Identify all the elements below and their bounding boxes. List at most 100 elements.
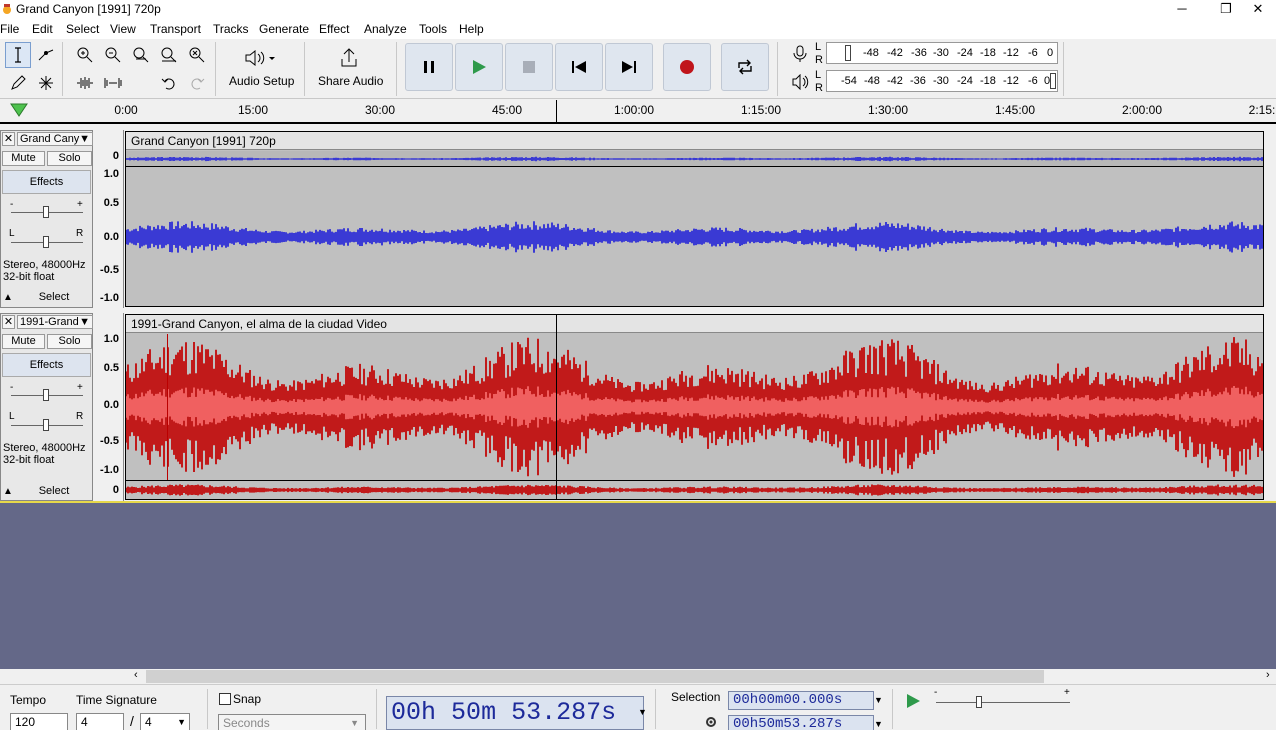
mute-button[interactable]: Mute — [2, 334, 45, 349]
menu-file[interactable]: File — [0, 22, 19, 36]
settings-gear-icon[interactable] — [704, 715, 718, 729]
time-format-dropdown-icon[interactable]: ▼ — [638, 707, 647, 717]
time-display[interactable]: 00h 50m 53.287s — [386, 696, 644, 730]
envelope-tool[interactable] — [33, 42, 59, 68]
selection-end-dropdown-icon[interactable]: ▼ — [874, 719, 883, 729]
vertical-ruler: 0 1.0 0.5 0.0 -0.5 -1.0 — [94, 130, 124, 308]
collapse-track-icon[interactable]: ▲ — [3, 486, 13, 497]
scroll-right-icon[interactable]: › — [1266, 669, 1270, 681]
audio-clip[interactable]: Grand Canyon [1991] 720p — [125, 131, 1264, 307]
close-track-icon[interactable]: ✕ — [2, 132, 15, 146]
menu-generate[interactable]: Generate — [259, 22, 309, 36]
audio-clip[interactable]: 1991-Grand Canyon, el alma de la ciudad … — [125, 314, 1264, 500]
pause-button[interactable] — [405, 43, 453, 91]
gain-slider[interactable] — [43, 206, 49, 218]
scroll-thumb[interactable] — [146, 670, 1044, 683]
playback-meter-slider[interactable] — [1050, 73, 1056, 89]
menu-tracks[interactable]: Tracks — [213, 22, 249, 36]
audio-setup-button[interactable]: Audio Setup — [222, 42, 298, 92]
menu-view[interactable]: View — [110, 22, 136, 36]
share-audio-button[interactable]: Share Audio — [312, 42, 388, 92]
menu-effect[interactable]: Effect — [319, 22, 349, 36]
ruler-label: 1:15:00 — [740, 103, 782, 117]
track-name-menu[interactable]: Grand Cany ▼ — [17, 132, 93, 146]
play-speed-slider[interactable] — [976, 696, 982, 708]
menu-edit[interactable]: Edit — [32, 22, 53, 36]
pan-right-label: R — [76, 228, 84, 239]
select-track-button[interactable]: Select — [17, 485, 91, 500]
gain-plus-label: + — [77, 199, 83, 210]
menu-analyze[interactable]: Analyze — [364, 22, 407, 36]
scale-label: -1.0 — [100, 292, 119, 304]
scroll-left-icon[interactable]: ‹ — [134, 669, 138, 681]
loop-button[interactable] — [721, 43, 769, 91]
menu-tools[interactable]: Tools — [419, 22, 447, 36]
timeline-ruler[interactable]: 0:00 15:00 30:00 45:00 1:00:00 1:15:00 1… — [0, 100, 1276, 124]
redo-button[interactable] — [184, 70, 210, 96]
speed-plus-label: + — [1064, 687, 1070, 698]
record-meter[interactable]: -48 -42 -36 -30 -24 -18 -12 -6 0 — [826, 42, 1058, 64]
zoom-out-button[interactable] — [100, 42, 126, 68]
mute-button[interactable]: Mute — [2, 151, 45, 166]
trim-outside-button[interactable] — [72, 70, 98, 96]
clip-header[interactable]: Grand Canyon [1991] 720p — [126, 132, 1263, 150]
scale-label: -1.0 — [100, 464, 119, 476]
snap-unit-select[interactable]: Seconds ▼ — [218, 714, 366, 730]
empty-track-area[interactable] — [0, 503, 1276, 669]
playback-meter-left-label: L — [815, 69, 822, 81]
waveform — [126, 337, 1263, 477]
effects-button[interactable]: Effects — [2, 353, 91, 377]
minimize-button[interactable]: ─ — [1160, 0, 1204, 19]
tempo-input[interactable]: 120 — [10, 713, 68, 730]
selection-end-field[interactable]: 00h50m53.287s — [728, 715, 874, 730]
pan-slider[interactable] — [43, 419, 49, 431]
playback-meter-right-label: R — [815, 82, 823, 94]
selection-start-dropdown-icon[interactable]: ▼ — [874, 695, 883, 705]
gain-slider[interactable] — [43, 389, 49, 401]
playback-meter-tick: -36 — [910, 75, 926, 87]
clip-header[interactable]: 1991-Grand Canyon, el alma de la ciudad … — [126, 315, 1263, 333]
solo-button[interactable]: Solo — [47, 334, 92, 349]
close-window-button[interactable]: ✕ — [1240, 0, 1276, 19]
time-signature-top-input[interactable]: 4 — [76, 713, 124, 730]
vertical-ruler: 1.0 0.5 0.0 -0.5 -1.0 0 — [94, 313, 124, 501]
loop-icon — [738, 59, 752, 75]
track-control-panel: ✕ 1991-Grand ▼ Mute Solo Effects - + L R … — [0, 313, 93, 501]
play-button[interactable] — [455, 43, 503, 91]
record-meter-slider[interactable] — [845, 45, 851, 61]
fit-project-button[interactable] — [156, 42, 182, 68]
playhead-marker — [556, 100, 557, 124]
record-button[interactable] — [663, 43, 711, 91]
zoom-in-button[interactable] — [72, 42, 98, 68]
play-at-speed-icon[interactable] — [905, 693, 921, 709]
menu-select[interactable]: Select — [66, 22, 99, 36]
collapse-track-icon[interactable]: ▲ — [3, 292, 13, 303]
effects-button[interactable]: Effects — [2, 170, 91, 194]
playback-meter-tick: -24 — [957, 75, 973, 87]
close-track-icon[interactable]: ✕ — [2, 315, 15, 329]
menu-transport[interactable]: Transport — [150, 22, 201, 36]
selection-start-field[interactable]: 00h00m00.000s — [728, 691, 874, 710]
snap-checkbox[interactable] — [219, 693, 231, 705]
menu-help[interactable]: Help — [459, 22, 484, 36]
fit-selection-button[interactable] — [128, 42, 154, 68]
silence-selection-button[interactable] — [100, 70, 126, 96]
time-signature-bottom-select[interactable]: 4 ▼ — [140, 713, 190, 730]
play-head-icon[interactable] — [10, 103, 28, 117]
select-track-button[interactable]: Select — [17, 291, 91, 306]
scale-label: 0.5 — [103, 362, 119, 374]
track-name-menu[interactable]: 1991-Grand ▼ — [17, 315, 93, 329]
skip-to-end-button[interactable] — [605, 43, 653, 91]
skip-to-start-button[interactable] — [555, 43, 603, 91]
playback-meter[interactable]: -54 -48 -42 -36 -30 -24 -18 -12 -6 0 — [826, 70, 1058, 92]
stop-button[interactable] — [505, 43, 553, 91]
i-beam-icon — [15, 47, 21, 63]
pan-slider[interactable] — [43, 236, 49, 248]
draw-tool[interactable] — [5, 70, 31, 96]
solo-button[interactable]: Solo — [47, 151, 92, 166]
undo-button[interactable] — [156, 70, 182, 96]
multi-tool[interactable] — [33, 70, 59, 96]
zoom-toggle-button[interactable] — [184, 42, 210, 68]
selection-tool[interactable] — [5, 42, 31, 68]
scale-label: 0.0 — [103, 231, 119, 243]
